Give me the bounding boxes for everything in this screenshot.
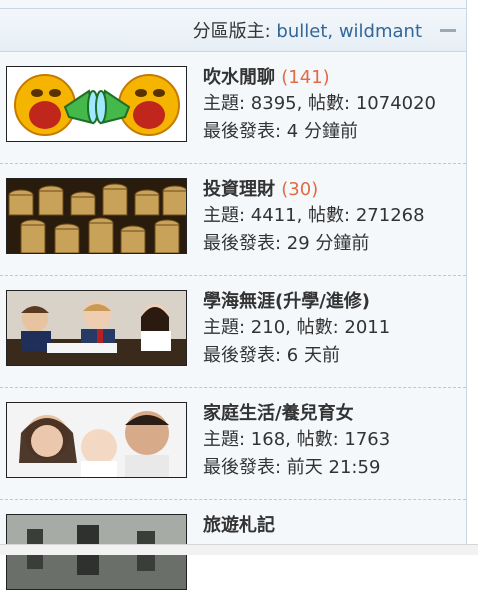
last-post[interactable]: 最後發表: 前天 21:59 <box>203 454 463 482</box>
forum-info: 家庭生活/養兒育女 主題: 168, 帖數: 1763 最後發表: 前天 21:… <box>203 402 463 482</box>
forum-title[interactable]: 學海無涯(升學/進修) <box>203 290 463 314</box>
today-post-count: (141) <box>281 67 330 88</box>
forum-title[interactable]: 投資理財 (30) <box>203 178 463 202</box>
collapse-icon[interactable] <box>438 23 458 37</box>
bottom-toolbar <box>0 544 478 555</box>
coins-thumbnail[interactable] <box>6 178 187 254</box>
forum-info: 投資理財 (30) 主題: 4411, 帖數: 271268 最後發表: 29 … <box>203 178 463 258</box>
moderators-line: 分區版主: bullet, wildmant <box>193 17 422 43</box>
moderators-label: 分區版主: <box>192 21 277 42</box>
forum-stats: 主題: 168, 帖數: 1763 <box>203 429 391 450</box>
forum-info: 吹水閒聊 (141) 主題: 8395, 帖數: 1074020 最後發表: 4… <box>203 66 463 146</box>
forum-category-panel: 分區版主: bullet, wildmant 吹水閒聊 (141) 主題: 83… <box>0 0 467 590</box>
forum-row: 學海無涯(升學/進修) 主題: 210, 帖數: 2011 最後發表: 6 天前 <box>0 276 466 388</box>
forum-title[interactable]: 家庭生活/養兒育女 <box>203 402 463 426</box>
forum-row: 家庭生活/養兒育女 主題: 168, 帖數: 1763 最後發表: 前天 21:… <box>0 388 466 500</box>
forum-stats: 主題: 210, 帖數: 2011 <box>203 317 391 338</box>
family-thumbnail[interactable] <box>6 402 187 478</box>
forum-title[interactable]: 旅遊札記 <box>203 514 463 538</box>
last-post[interactable]: 最後發表: 6 天前 <box>203 342 463 370</box>
forum-row: 投資理財 (30) 主題: 4411, 帖數: 271268 最後發表: 29 … <box>0 164 466 276</box>
today-post-count: (30) <box>281 179 319 200</box>
forum-title[interactable]: 吹水閒聊 (141) <box>203 66 463 90</box>
chat-emoji-thumbnail[interactable] <box>6 66 187 142</box>
students-thumbnail[interactable] <box>6 290 187 366</box>
forum-info: 學海無涯(升學/進修) 主題: 210, 帖數: 2011 最後發表: 6 天前 <box>203 290 463 370</box>
forum-stats: 主題: 4411, 帖數: 271268 <box>203 205 425 226</box>
forum-row: 旅遊札記 <box>0 500 466 612</box>
forum-stats: 主題: 8395, 帖數: 1074020 <box>203 93 437 114</box>
forum-row: 吹水閒聊 (141) 主題: 8395, 帖數: 1074020 最後發表: 4… <box>0 52 466 164</box>
last-post[interactable]: 最後發表: 29 分鐘前 <box>203 230 463 258</box>
category-header: 分區版主: bullet, wildmant <box>0 8 466 52</box>
last-post[interactable]: 最後發表: 4 分鐘前 <box>203 118 463 146</box>
forum-info: 旅遊札記 <box>203 514 463 538</box>
moderators-links[interactable]: bullet, wildmant <box>276 21 422 42</box>
